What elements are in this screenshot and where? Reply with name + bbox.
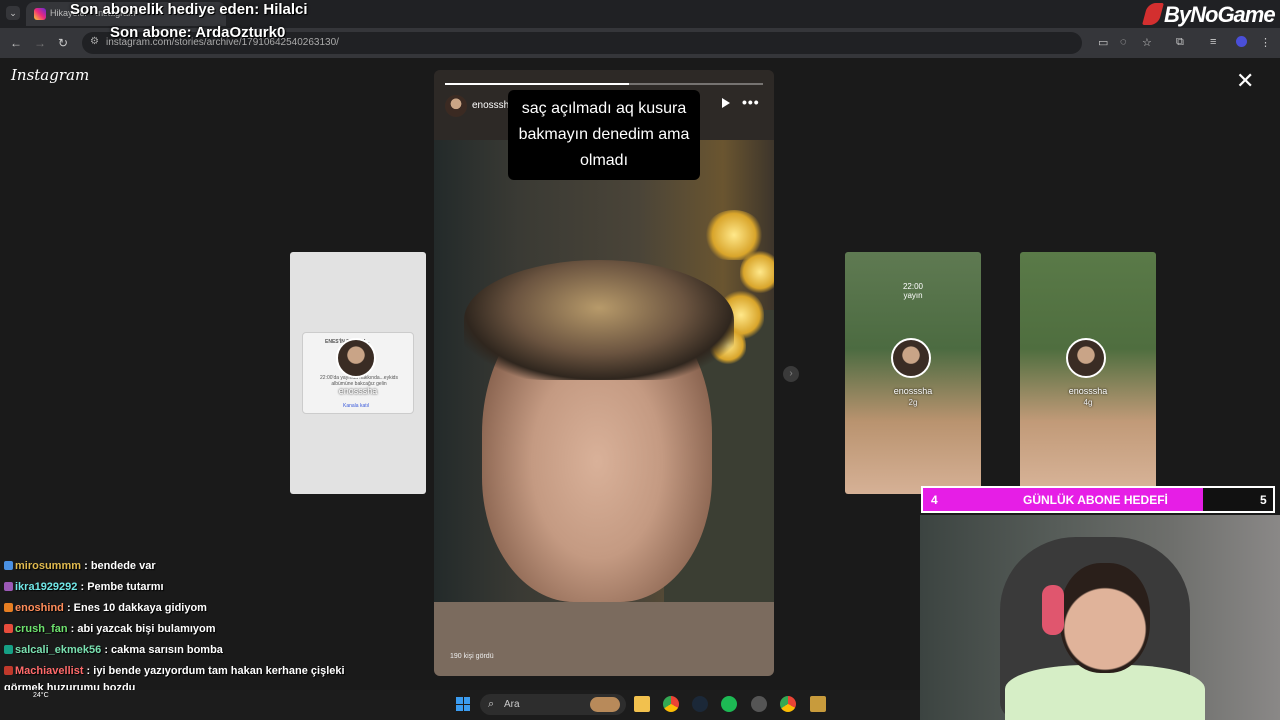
bookmark-star-icon[interactable]: ☆	[1142, 36, 1152, 49]
preview-card-link: Kanala katıl	[343, 403, 370, 409]
story-main[interactable]: enosssha 1g ••• saç açılmadı aq kusura b…	[434, 70, 774, 676]
preview-clock: 22:00 yayın	[902, 282, 924, 300]
menu-icon[interactable]: ⋮	[1260, 36, 1271, 49]
chat-message: enoshind : Enes 10 dakkaya gidiyom	[4, 602, 207, 614]
preview-age: 2g	[908, 398, 918, 407]
chat-message: crush_fan : abi yazcak bişi bulamıyom	[4, 623, 216, 635]
preview-username: enosssha	[1068, 386, 1108, 396]
start-icon[interactable]	[456, 697, 470, 711]
chat-message: Machiavellist : iyi bende yazıyordum tam…	[4, 665, 345, 677]
chat-username: crush_fan	[15, 623, 68, 635]
headset	[1042, 585, 1064, 635]
league-icon[interactable]	[810, 696, 826, 712]
chat-message: mirosummm : bendede var	[4, 560, 156, 572]
seen-count[interactable]: 190 kişi gördü	[450, 653, 494, 660]
chat-text: : cakma sarısın bomba	[104, 644, 223, 656]
caption-line: bakmayın denedim ama	[518, 126, 690, 143]
chat-username: Machiavellist	[15, 665, 84, 677]
site-info-icon[interactable]: ⚙	[90, 36, 99, 47]
chat-badge-icon	[4, 582, 13, 591]
story-preview-previous[interactable]: ENES'İN DOĞUM... 22:00'da yayında hakkın…	[290, 252, 426, 494]
extensions-icon[interactable]: ⧉	[1176, 36, 1184, 49]
lamp	[740, 250, 774, 294]
file-explorer-icon[interactable]	[634, 696, 650, 712]
last-gift-sub-overlay: Son abonelik hediye eden: Hilalci	[70, 1, 308, 18]
goal-target: 5	[1260, 493, 1267, 507]
story-bottom	[434, 602, 774, 676]
chat-text: : Enes 10 dakkaya gidiyom	[66, 602, 207, 614]
chat-username: salcali_ekmek56	[15, 644, 102, 656]
caption-line: olmadı	[579, 152, 629, 169]
streamer-shirt	[1005, 665, 1205, 720]
search-placeholder: Ara	[504, 699, 520, 710]
chat-username: enoshind	[15, 602, 64, 614]
streamer-head	[1060, 563, 1150, 673]
taskbar-search[interactable]: ⌕ Ara	[480, 694, 626, 715]
story-preview-next-1[interactable]: 22:00 yayın enosssha 2g	[845, 252, 981, 494]
goal-current: 4	[931, 493, 938, 507]
daily-sub-goal: 4 GÜNLÜK ABONE HEDEFİ 5	[921, 486, 1275, 513]
last-sub-overlay: Son abone: ArdaOzturk0	[110, 24, 286, 41]
preview-avatar	[891, 338, 931, 378]
search-icon: ⌕	[488, 698, 495, 710]
preview-age: 4g	[1083, 398, 1093, 407]
obs-icon[interactable]	[751, 696, 767, 712]
chat-message: ikra1929292 : Pembe tutarmı	[4, 581, 164, 593]
windows-taskbar: ⌕ Ara	[0, 690, 920, 720]
caption-line: saç açılmadı aq kusura	[521, 100, 687, 117]
search-highlight-image	[590, 697, 620, 712]
preview-username: enosssha	[893, 386, 933, 396]
chat-badge-icon	[4, 624, 13, 633]
reload-icon[interactable]: ↻	[58, 36, 68, 50]
chat-text: : iyi bende yazıyordum tam hakan kerhane…	[86, 665, 345, 677]
preview-username: enosssha	[338, 386, 378, 396]
brand-logo: ByNoGame	[1142, 2, 1276, 28]
eye-off-icon[interactable]: ◌	[1120, 36, 1127, 48]
back-icon[interactable]: ←	[10, 36, 22, 50]
chat-text: : Pembe tutarmı	[80, 581, 164, 593]
story-avatar[interactable]	[445, 95, 467, 117]
chat-message: salcali_ekmek56 : cakma sarısın bomba	[4, 644, 223, 656]
weather-temp[interactable]: 24°C	[33, 692, 49, 699]
forward-icon[interactable]: →	[34, 36, 46, 50]
tab-search-icon[interactable]: ⌄	[6, 6, 20, 20]
chrome-active-icon[interactable]	[780, 696, 796, 712]
next-arrow-icon[interactable]: ›	[783, 366, 799, 382]
webcam-feed	[920, 515, 1280, 720]
install-icon[interactable]: ▭	[1098, 36, 1108, 49]
chat-text: : bendede var	[84, 560, 156, 572]
chat-badge-icon	[4, 603, 13, 612]
chat-badge-icon	[4, 645, 13, 654]
profile-avatar[interactable]	[1236, 36, 1247, 47]
story-preview-next-2[interactable]: enosssha 4g	[1020, 252, 1156, 494]
chrome-icon[interactable]	[663, 696, 679, 712]
chat-badge-icon	[4, 561, 13, 570]
story-progress-fill	[445, 83, 630, 85]
play-icon[interactable]	[722, 98, 730, 108]
preview-avatar	[1066, 338, 1106, 378]
chat-username: mirosummm	[15, 560, 82, 572]
chat-badge-icon	[4, 666, 13, 675]
brand-mark-icon	[1142, 3, 1164, 25]
spotify-icon[interactable]	[721, 696, 737, 712]
close-icon[interactable]: ✕	[1236, 70, 1254, 92]
chat-username: ikra1929292	[15, 581, 78, 593]
more-options-icon[interactable]: •••	[742, 94, 760, 110]
story-hair	[464, 260, 734, 380]
preview-avatar	[336, 338, 376, 378]
instagram-logo[interactable]: Instagram	[11, 66, 89, 84]
instagram-favicon-icon	[34, 8, 46, 20]
steam-icon[interactable]	[692, 696, 708, 712]
story-caption: saç açılmadı aq kusura bakmayın denedim …	[508, 90, 700, 180]
media-icon[interactable]: ≡	[1210, 36, 1216, 48]
goal-title: GÜNLÜK ABONE HEDEFİ	[1023, 493, 1168, 507]
story-photo	[434, 140, 774, 602]
story-progress-bar	[445, 83, 763, 85]
chat-text: : abi yazcak bişi bulamıyom	[70, 623, 216, 635]
